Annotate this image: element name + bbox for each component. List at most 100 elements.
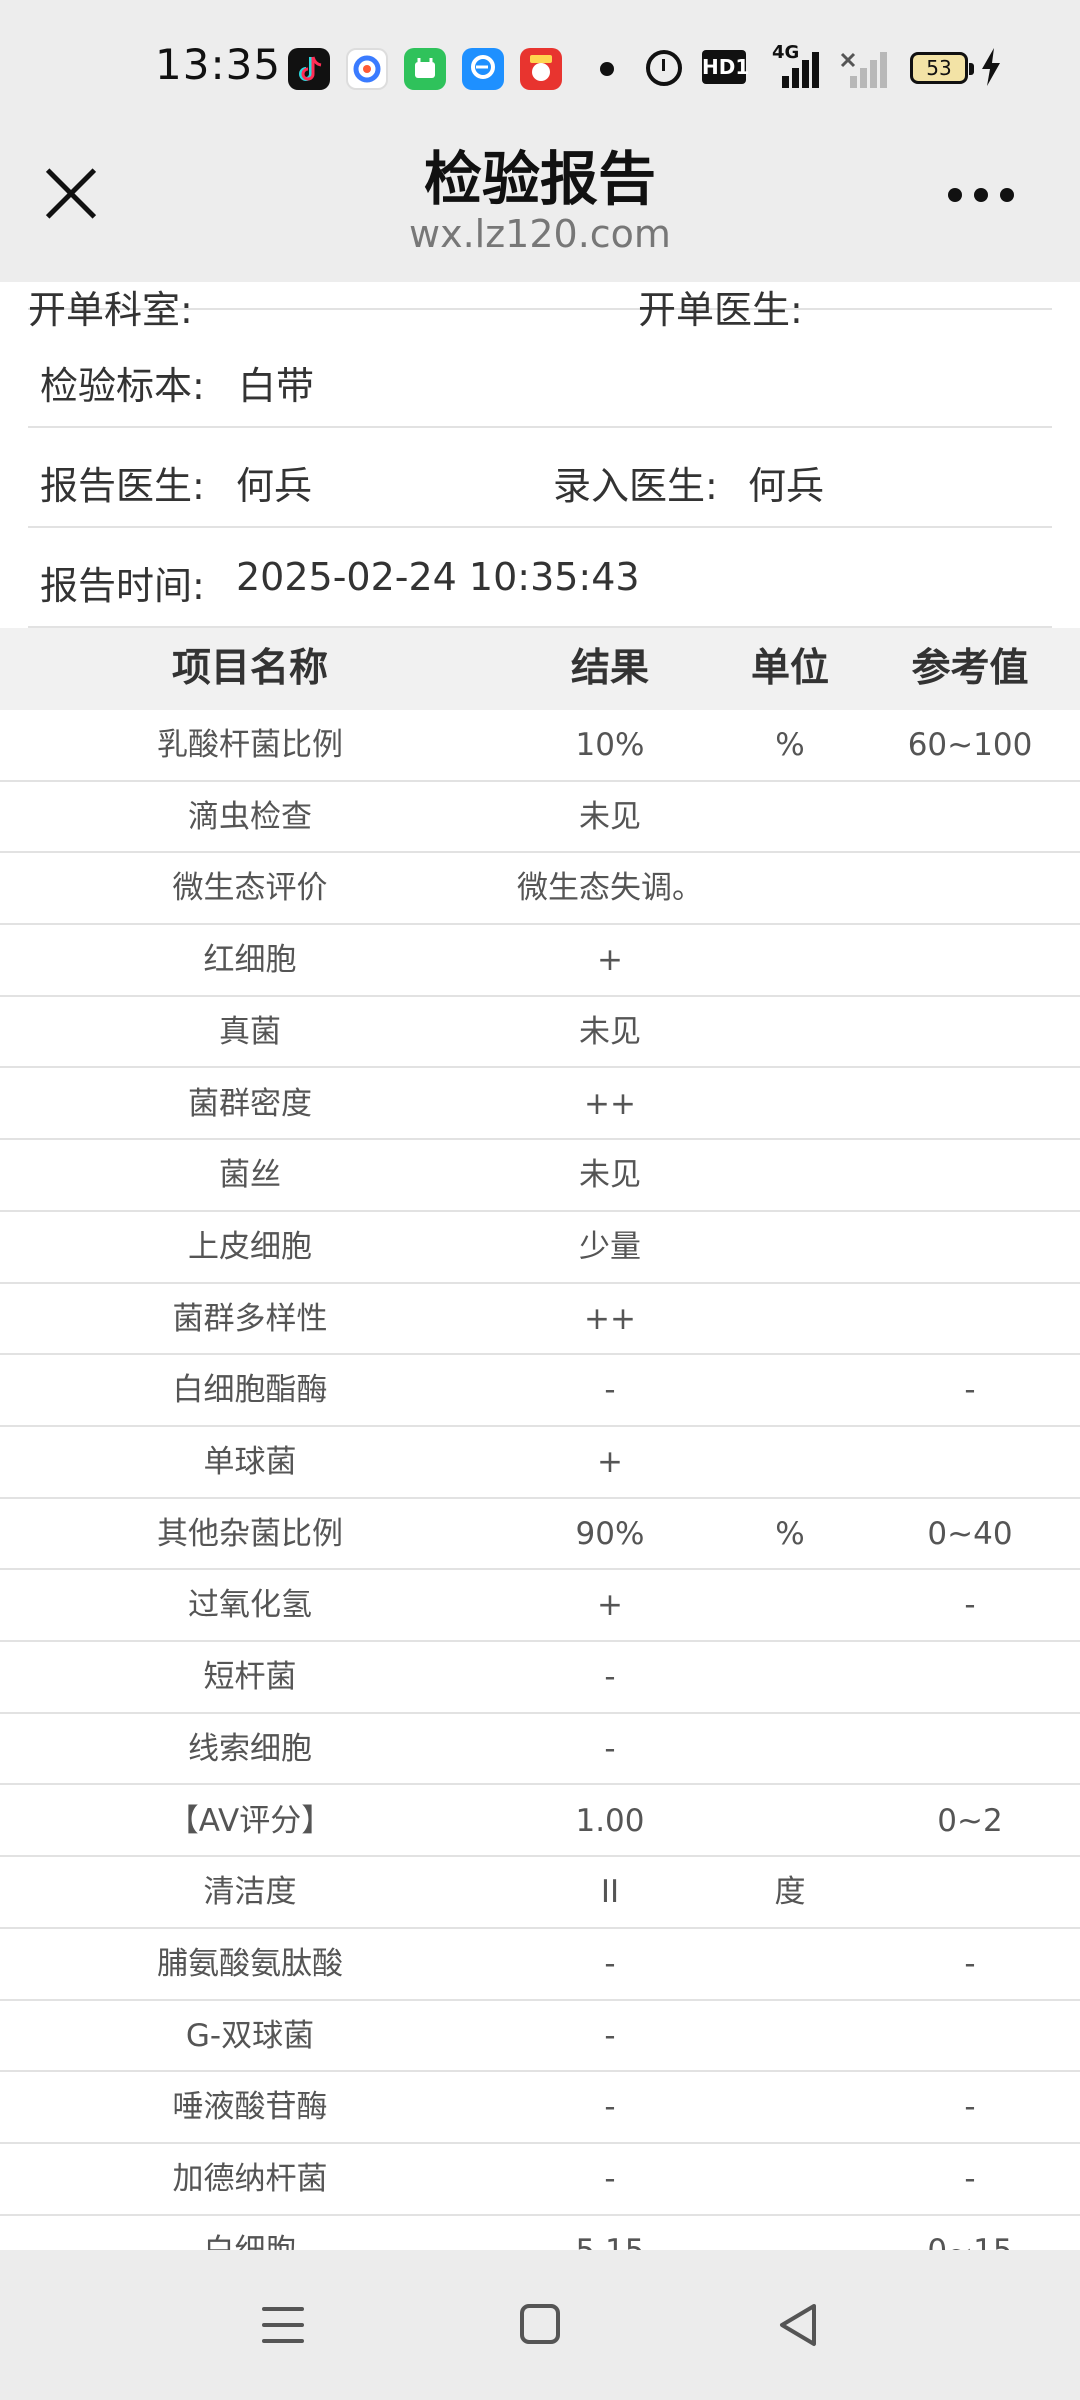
table-row: 清洁度 II 度 bbox=[0, 1857, 1080, 1929]
table-row: 加德纳杆菌 - - bbox=[0, 2144, 1080, 2216]
item-reference bbox=[860, 1642, 1080, 1712]
notification-dot bbox=[600, 62, 614, 76]
table-row: 微生态评价 微生态失调。 bbox=[0, 853, 1080, 926]
item-result: 5.15 bbox=[500, 2216, 720, 2250]
home-icon[interactable] bbox=[520, 2304, 560, 2344]
page-title: 检验报告 bbox=[423, 145, 656, 213]
item-name: 【AV评分】 bbox=[167, 1802, 333, 1839]
item-result: ++ bbox=[584, 1085, 636, 1122]
table-row: 脯氨酸氨肽酸 - - bbox=[0, 1929, 1080, 2001]
item-reference bbox=[860, 925, 1080, 995]
item-name: 菌丝 bbox=[219, 1157, 281, 1194]
item-unit bbox=[720, 1570, 860, 1640]
report-time-label: 报告时间: bbox=[40, 564, 205, 608]
item-result: 微生态失调。 bbox=[517, 870, 703, 907]
item-unit bbox=[720, 782, 860, 852]
item-unit: % bbox=[775, 1515, 805, 1552]
entry-doctor-label: 录入医生: bbox=[553, 464, 718, 508]
red-app-icon bbox=[520, 48, 562, 90]
item-name: 白细胞 bbox=[0, 2216, 500, 2250]
back-icon[interactable] bbox=[776, 2302, 820, 2348]
item-name: 菌群多样性 bbox=[172, 1300, 328, 1337]
item-result: 少量 bbox=[579, 1228, 641, 1265]
item-name: 菌群密度 bbox=[188, 1085, 312, 1122]
hd-icon: HD1 bbox=[702, 50, 749, 84]
item-result: + bbox=[597, 942, 623, 979]
item-unit bbox=[720, 1786, 860, 1856]
item-name: 短杆菌 bbox=[203, 1659, 297, 1696]
item-name: 微生态评价 bbox=[172, 870, 328, 907]
table-row: 线索细胞 - bbox=[0, 1714, 1080, 1786]
item-reference bbox=[860, 1069, 1080, 1139]
table-row: 白细胞酯酶 - - bbox=[0, 1355, 1080, 1427]
table-row: 唾液酸苷酶 - - bbox=[0, 2072, 1080, 2144]
item-result: 未见 bbox=[579, 1013, 641, 1050]
item-result: 90% bbox=[575, 1515, 645, 1552]
network-type-label: 4G bbox=[772, 42, 800, 63]
item-unit bbox=[720, 1427, 860, 1497]
item-result: 1.00 bbox=[575, 1802, 645, 1839]
table-row: 菌丝 未见 bbox=[0, 1140, 1080, 1212]
item-name: 唾液酸苷酶 bbox=[172, 2089, 328, 2126]
item-unit: 度 bbox=[774, 1874, 806, 1911]
table-row: 乳酸杆菌比例 10%% 60~100 bbox=[0, 710, 1080, 782]
item-unit bbox=[720, 1212, 860, 1282]
info-row-department: 开单科室: 开单医生: bbox=[28, 282, 1052, 332]
table-row: 单球菌 + bbox=[0, 1427, 1080, 1499]
item-name: 脯氨酸氨肽酸 bbox=[157, 1945, 343, 1982]
item-reference: - bbox=[964, 2089, 976, 2126]
item-unit bbox=[720, 925, 860, 995]
menu-icon[interactable] bbox=[262, 2305, 304, 2345]
item-name: 加德纳杆菌 bbox=[172, 2161, 328, 2197]
signal-icon: 4G bbox=[772, 42, 820, 88]
item-reference bbox=[860, 853, 1080, 923]
sample-value: 白带 bbox=[238, 364, 315, 408]
item-result: 未见 bbox=[579, 798, 641, 835]
report-content[interactable]: 开单科室: 开单医生: 检验标本: 白带 报告医生: 何兵 录入医生: 何兵 报… bbox=[0, 282, 1080, 2250]
table-row: 菌群多样性 ++ bbox=[0, 1284, 1080, 1356]
battery-icon: 53 bbox=[910, 52, 974, 84]
item-result: - bbox=[604, 2017, 616, 2054]
item-unit bbox=[720, 1284, 860, 1354]
item-name: 真菌 bbox=[219, 1013, 281, 1050]
header-result: 结果 bbox=[570, 646, 649, 691]
table-row: 白细胞5.15 0~15 bbox=[0, 2216, 1080, 2250]
item-result: - bbox=[604, 1945, 616, 1982]
info-row-doctors: 报告医生: 何兵 录入医生: 何兵 bbox=[28, 428, 1052, 528]
item-result: - bbox=[604, 1372, 616, 1409]
table-row: 真菌 未见 bbox=[0, 997, 1080, 1069]
item-result: 10% bbox=[575, 727, 645, 763]
item-reference: - bbox=[964, 1372, 976, 1409]
item-name: 滴虫检查 bbox=[188, 798, 312, 835]
green-app-icon bbox=[404, 48, 446, 90]
item-reference: 0~40 bbox=[927, 1515, 1013, 1552]
info-order-doctor-label: 开单医生: bbox=[638, 288, 803, 332]
item-reference: 0~15 bbox=[860, 2216, 1080, 2250]
item-reference bbox=[860, 1714, 1080, 1784]
item-result: - bbox=[604, 1659, 616, 1696]
alarm-icon bbox=[646, 50, 682, 86]
blue-app-icon bbox=[462, 48, 504, 90]
report-time-value: 2025-02-24 10:35:43 bbox=[236, 555, 640, 599]
item-unit bbox=[720, 1714, 860, 1784]
table-row: 过氧化氢 + - bbox=[0, 1570, 1080, 1643]
item-unit bbox=[720, 1140, 860, 1210]
status-time: 13:35 bbox=[155, 40, 282, 89]
item-reference bbox=[860, 1140, 1080, 1210]
item-result: II bbox=[600, 1874, 620, 1911]
item-unit bbox=[720, 2216, 860, 2250]
page-url: wx.lz120.com bbox=[409, 212, 671, 256]
item-result: ++ bbox=[584, 1300, 636, 1337]
item-unit bbox=[720, 853, 860, 923]
item-reference bbox=[860, 1857, 1080, 1927]
item-result: + bbox=[597, 1444, 623, 1480]
more-options-icon[interactable] bbox=[948, 188, 1014, 204]
item-unit bbox=[720, 2001, 860, 2071]
item-unit bbox=[720, 1069, 860, 1139]
table-row: 【AV评分】 1.00 0~2 bbox=[0, 1786, 1080, 1858]
item-unit: % bbox=[775, 727, 805, 763]
item-name: 清洁度 bbox=[203, 1874, 297, 1911]
item-reference: 60~100 bbox=[907, 727, 1033, 763]
sample-label: 检验标本: bbox=[40, 364, 205, 408]
item-name: 线索细胞 bbox=[188, 1730, 312, 1767]
